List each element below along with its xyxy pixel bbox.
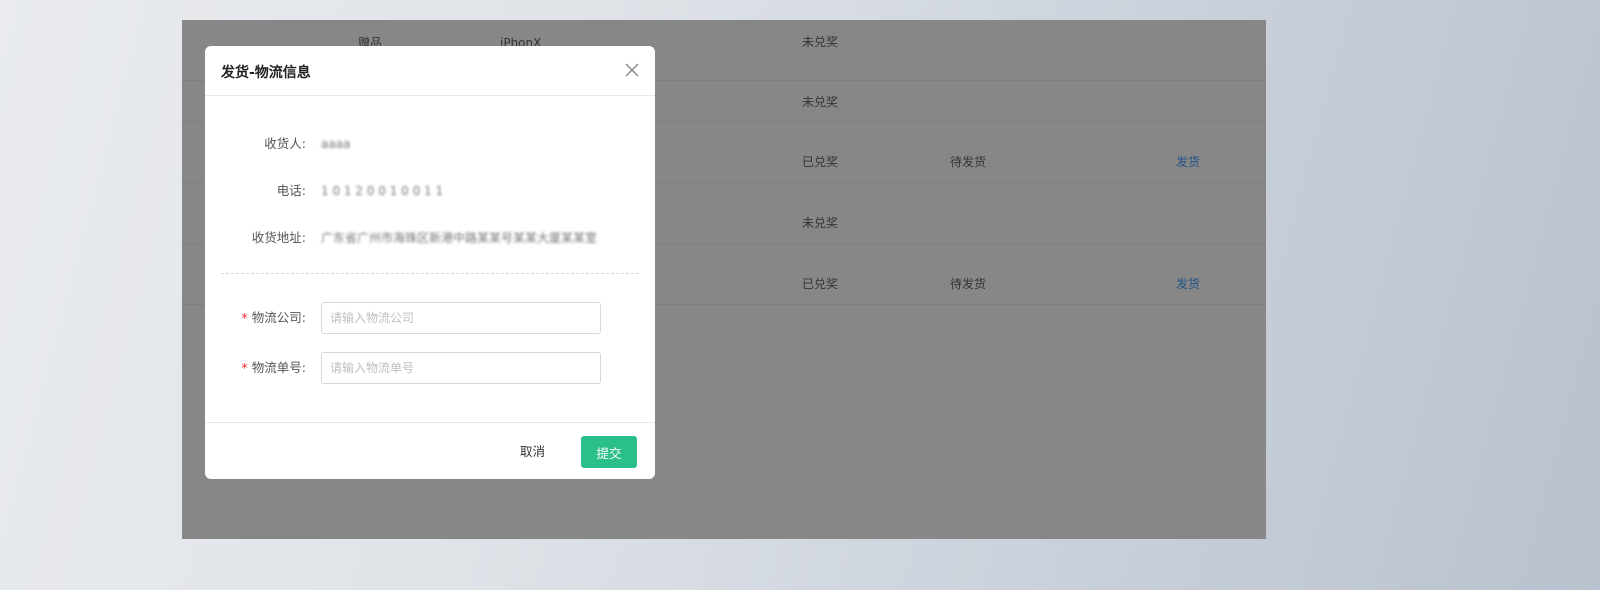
logistics-company-label-text: 物流公司:: [251, 310, 306, 325]
phone-value: 1 0 1 2 0 0 1 0 0 1 1: [321, 184, 444, 198]
dialog-title: 发货-物流信息: [221, 65, 311, 81]
cancel-button[interactable]: 取消: [510, 436, 555, 468]
required-mark: *: [241, 310, 248, 325]
section-divider: [221, 273, 639, 274]
submit-button[interactable]: 提交: [581, 436, 637, 468]
logistics-company-input[interactable]: [321, 302, 601, 334]
receiver-label: 收货人:: [264, 136, 306, 151]
tracking-number-label-text: 物流单号:: [251, 360, 306, 375]
tracking-number-row: * 物流单号:: [205, 352, 655, 384]
phone-label: 电话:: [276, 183, 306, 198]
logistics-company-row: * 物流公司:: [205, 302, 655, 334]
address-row: 收货地址: 广东省广州市海珠区新港中路某某号某某大厦某某室: [205, 228, 655, 248]
address-value: 广东省广州市海珠区新港中路某某号某某大厦某某室: [321, 231, 598, 245]
tracking-number-label: * 物流单号:: [205, 352, 306, 384]
logistics-company-label: * 物流公司:: [205, 302, 306, 334]
receiver-row: 收货人: aaaa: [205, 134, 655, 154]
receiver-value: aaaa: [321, 137, 351, 151]
phone-row: 电话: 1 0 1 2 0 0 1 0 0 1 1: [205, 181, 655, 201]
required-mark: *: [241, 360, 248, 375]
dialog-header: 发货-物流信息: [205, 46, 655, 96]
tracking-number-input[interactable]: [321, 352, 601, 384]
address-label: 收货地址:: [251, 230, 306, 245]
dialog-footer: 取消 提交: [205, 422, 655, 479]
close-icon[interactable]: [623, 61, 641, 79]
shipping-dialog: 发货-物流信息 收货人: aaaa 电话: 1 0 1 2 0 0 1 0 0 …: [205, 46, 655, 479]
